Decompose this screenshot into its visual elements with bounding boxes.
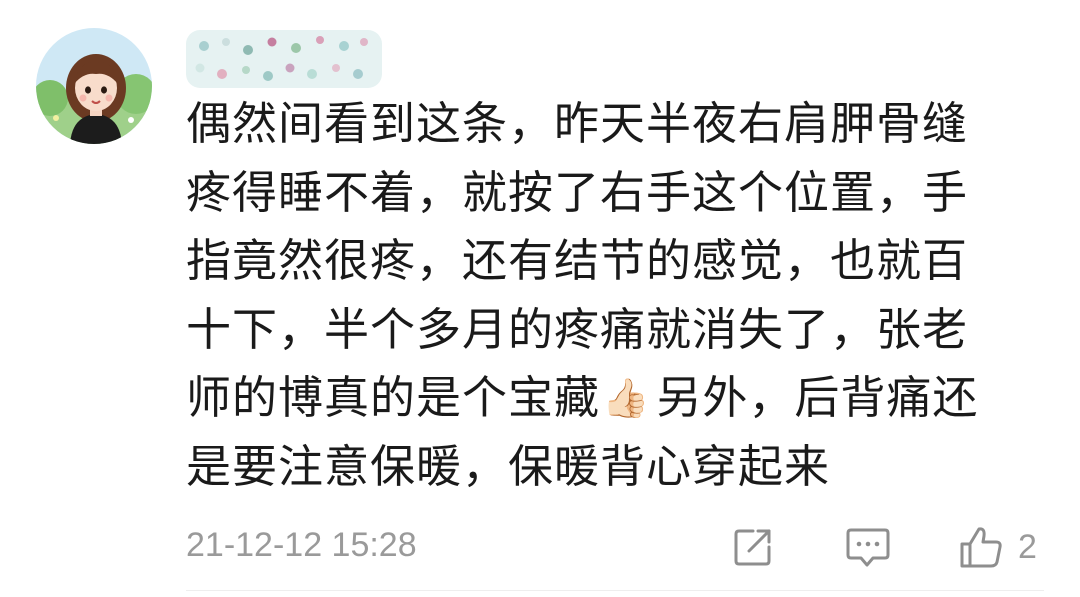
comment-line: 偶然间看到这条，昨天半夜右肩胛骨缝 <box>186 97 969 150</box>
comment-timestamp: 21-12-12 15:28 <box>186 526 417 564</box>
thumbs-up-emoji: 👍🏻 <box>602 376 651 420</box>
comment-icon <box>846 528 890 567</box>
like-count: 2 <box>1018 527 1037 566</box>
comment-footer: 21-12-12 15:28 2 <box>186 524 1044 570</box>
share-button[interactable] <box>731 524 775 570</box>
comment-line: 十下，半个多月的疼痛就消失了，张老 <box>186 302 969 356</box>
comment-line-segment: 师的博真的是个宝藏 <box>186 371 601 424</box>
comment-line: 师的博真的是个宝藏👍🏻 另外，后背痛还 <box>186 364 1056 433</box>
username-mosaic[interactable] <box>186 30 382 88</box>
avatar-illustration <box>36 28 152 144</box>
share-icon <box>734 529 771 566</box>
reply-button[interactable] <box>845 524 891 570</box>
like-button[interactable]: 2 <box>958 524 1037 570</box>
comment-line-segment: 另外，后背痛还 <box>656 371 979 424</box>
comment-line: 疼得睡不着，就按了右手这个位置，手 <box>186 165 969 219</box>
user-avatar[interactable] <box>36 28 152 144</box>
comment-line: 是要注意保暖，保暖背心穿起来 <box>186 439 831 493</box>
comment-text: 偶然间看到这条，昨天半夜右肩胛骨缝 疼得睡不着，就按了右手这个位置，手 指竟然很… <box>186 90 1056 501</box>
username-mosaic-pattern <box>186 30 382 88</box>
comment-line: 指竟然很疼，还有结节的感觉，也就百 <box>186 234 969 287</box>
divider <box>186 590 1044 591</box>
thumbs-up-icon <box>960 527 1002 568</box>
